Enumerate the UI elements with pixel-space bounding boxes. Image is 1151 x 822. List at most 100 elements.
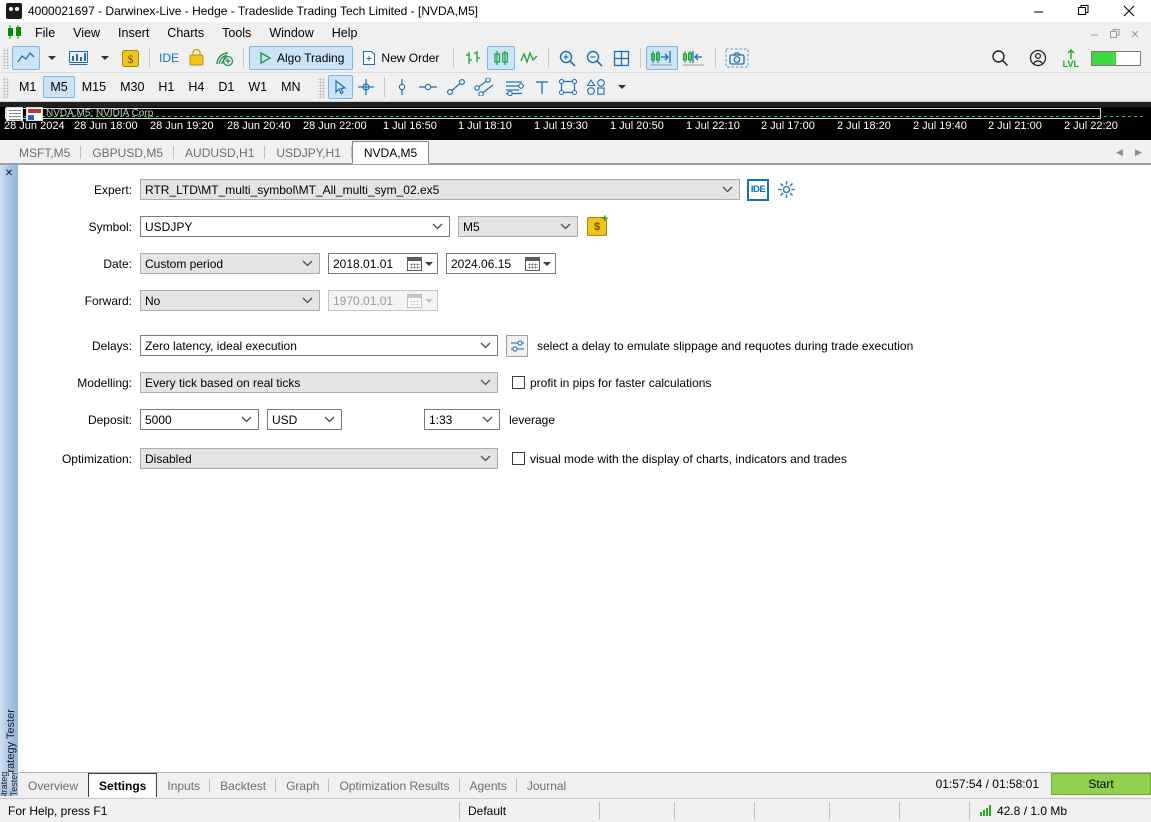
text-icon[interactable] <box>530 75 554 99</box>
tab-graph[interactable]: Graph <box>276 775 329 796</box>
vertical-line-icon[interactable] <box>390 75 414 99</box>
account-icon[interactable] <box>1025 46 1051 70</box>
modelling-select[interactable]: Every tick based on real ticks <box>140 372 498 393</box>
deposit-amount-select[interactable]: 5000 <box>140 409 259 430</box>
shapes-icon[interactable] <box>582 75 610 99</box>
timeframe-h4[interactable]: H4 <box>181 76 211 98</box>
chart-type-line-button[interactable] <box>12 46 40 70</box>
chart-shift-button[interactable] <box>678 46 710 70</box>
timeframe-w1[interactable]: W1 <box>241 76 274 98</box>
visual-mode-checkbox[interactable] <box>512 452 525 465</box>
tab-settings[interactable]: Settings <box>88 773 157 797</box>
channel-icon[interactable] <box>470 75 500 99</box>
start-button[interactable]: Start <box>1051 773 1151 795</box>
timeframe-m5[interactable]: M5 <box>43 76 74 98</box>
menu-view[interactable]: View <box>64 23 109 43</box>
ide-button[interactable]: IDE <box>155 46 183 70</box>
menu-window[interactable]: Window <box>260 23 322 43</box>
tab-agents[interactable]: Agents <box>460 775 517 796</box>
cursor-icon[interactable] <box>328 75 353 99</box>
menu-insert[interactable]: Insert <box>109 23 158 43</box>
chart-tab-nvda[interactable]: NVDA,M5 <box>352 141 429 164</box>
strategy-tester-close-icon[interactable]: ✕ <box>0 165 18 181</box>
zigzag-line-chart-button[interactable] <box>515 46 543 70</box>
chart-type-dropdown-icon[interactable] <box>40 46 64 70</box>
trendline-icon[interactable] <box>442 75 470 99</box>
deposit-currency-select[interactable]: USD <box>267 409 342 430</box>
timeframe-m30[interactable]: M30 <box>113 76 151 98</box>
mdi-restore-button[interactable] <box>1105 24 1125 42</box>
status-profile[interactable]: Default <box>460 799 600 822</box>
zoom-out-button[interactable] <box>581 46 608 70</box>
profit-in-pips-checkbox[interactable] <box>512 376 525 389</box>
candlestick-chart-button[interactable] <box>487 46 515 70</box>
tile-windows-button[interactable] <box>608 46 635 70</box>
timeframe-m15[interactable]: M15 <box>75 76 113 98</box>
strategy-tester-vertical-tab[interactable]: Strategy Tester <box>0 772 18 796</box>
expert-select[interactable]: RTR_LTD\MT_multi_symbol\MT_All_multi_sym… <box>140 179 740 200</box>
calendar-icon[interactable] <box>407 257 422 271</box>
toolbar-grip[interactable] <box>2 48 9 69</box>
market-watch-price-button[interactable]: $ <box>117 46 144 70</box>
timeline-range-box[interactable] <box>5 108 1101 119</box>
new-order-button[interactable]: New Order <box>353 46 448 70</box>
signals-icon[interactable] <box>210 46 238 70</box>
zoom-in-button[interactable] <box>554 46 581 70</box>
tab-optimization-results[interactable]: Optimization Results <box>329 775 459 796</box>
tab-overview[interactable]: Overview <box>18 775 88 796</box>
mdi-minimize-button[interactable] <box>1085 24 1105 42</box>
chart-tab-usdjpy[interactable]: USDJPY,H1 <box>265 142 351 163</box>
chart-tab-audusd[interactable]: AUDUSD,H1 <box>174 142 265 163</box>
date-mode-select[interactable]: Custom period <box>140 253 320 274</box>
symbol-timeframe-select[interactable]: M5 <box>458 216 578 237</box>
bar-chart-button[interactable] <box>459 46 487 70</box>
search-icon[interactable] <box>987 46 1013 70</box>
screenshot-camera-icon[interactable] <box>721 46 753 70</box>
fibonacci-icon[interactable] <box>500 75 530 99</box>
chart-tab-prev-icon[interactable]: ◀ <box>1111 143 1128 161</box>
horizontal-line-icon[interactable] <box>414 75 442 99</box>
symbol-select[interactable]: USDJPY <box>140 216 450 237</box>
algo-trading-button[interactable]: Algo Trading <box>249 46 353 70</box>
expert-ide-button[interactable]: IDE <box>747 179 769 201</box>
timeframe-d1[interactable]: D1 <box>211 76 241 98</box>
chart-template-dropdown-icon[interactable] <box>93 46 117 70</box>
calendar-dropdown-icon[interactable] <box>543 262 551 266</box>
chart-template-button[interactable] <box>64 46 93 70</box>
label-icon[interactable] <box>554 75 582 99</box>
menu-file[interactable]: File <box>26 23 64 43</box>
minimize-button[interactable] <box>1016 0 1061 22</box>
delays-select[interactable]: Zero latency, ideal execution <box>140 335 498 356</box>
timeframe-mn[interactable]: MN <box>274 76 307 98</box>
tab-journal[interactable]: Journal <box>517 775 576 796</box>
close-button[interactable] <box>1106 0 1151 22</box>
gear-icon[interactable] <box>775 179 797 201</box>
auto-scroll-button[interactable] <box>646 46 678 70</box>
date-from-input[interactable]: 2018.01.01 <box>328 253 438 274</box>
timeframe-m1[interactable]: M1 <box>12 76 43 98</box>
tab-backtest[interactable]: Backtest <box>210 775 276 796</box>
periods-toolbar-grip[interactable] <box>2 77 9 98</box>
menu-charts[interactable]: Charts <box>158 23 213 43</box>
download-ticks-icon[interactable]: $+ <box>587 217 607 236</box>
chart-tab-next-icon[interactable]: ▶ <box>1130 143 1147 161</box>
mdi-close-button[interactable] <box>1125 24 1145 42</box>
leverage-select[interactable]: 1:33 <box>424 409 500 430</box>
crosshair-icon[interactable] <box>353 75 379 99</box>
sliders-icon[interactable] <box>506 335 528 357</box>
menu-tools[interactable]: Tools <box>213 23 260 43</box>
tools-toolbar-grip[interactable] <box>318 77 325 98</box>
timeframe-h1[interactable]: H1 <box>151 76 181 98</box>
calendar-dropdown-icon[interactable] <box>425 262 433 266</box>
calendar-icon[interactable] <box>525 257 540 271</box>
chart-tab-gbpusd[interactable]: GBPUSD,M5 <box>81 142 174 163</box>
restore-button[interactable] <box>1061 0 1106 22</box>
chart-tab-msft[interactable]: MSFT,M5 <box>8 142 81 163</box>
forward-mode-select[interactable]: No <box>140 290 320 311</box>
market-briefcase-icon[interactable] <box>183 46 210 70</box>
menu-help[interactable]: Help <box>323 23 367 43</box>
shapes-dropdown-icon[interactable] <box>610 75 634 99</box>
optimization-select[interactable]: Disabled <box>140 448 498 469</box>
date-to-input[interactable]: 2024.06.15 <box>446 253 556 274</box>
tab-inputs[interactable]: Inputs <box>157 775 210 796</box>
